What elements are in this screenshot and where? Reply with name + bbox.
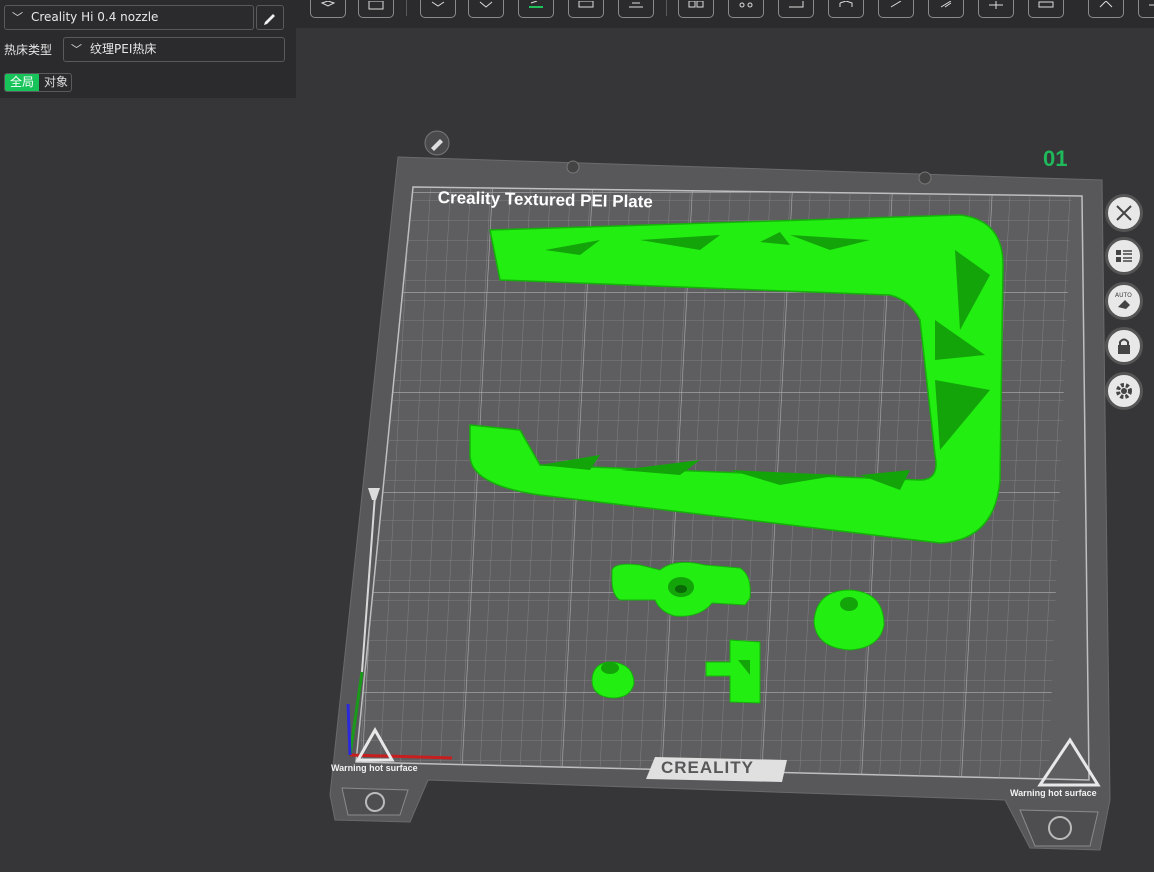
pencil-icon — [264, 14, 275, 25]
cut-icon[interactable] — [928, 0, 964, 18]
3d-viewport[interactable]: Creality Textured PEI Plate CREALITY War… — [0, 98, 1154, 872]
paint-icon[interactable] — [978, 0, 1014, 18]
seam-icon[interactable] — [1028, 0, 1064, 18]
plate-number[interactable]: 01 — [1043, 146, 1067, 172]
printer-preset-value: Creality Hi 0.4 nozzle — [31, 10, 159, 24]
printed-part-pin — [591, 661, 635, 699]
list-icon — [1116, 250, 1132, 262]
edit-preset-button[interactable] — [256, 5, 284, 30]
warning-text-left: Warning hot surface — [331, 763, 418, 773]
plate-list-button[interactable] — [1105, 237, 1143, 275]
add-plate-icon[interactable] — [420, 0, 456, 18]
tab-global[interactable]: 全局 — [5, 74, 39, 91]
gear-icon — [1116, 383, 1132, 399]
chevron-down-icon: ﹀ — [71, 43, 82, 56]
edit-icon[interactable] — [878, 0, 914, 18]
plate-settings-button[interactable] — [1105, 372, 1143, 410]
tab-object[interactable]: 对象 — [39, 74, 71, 91]
chevron-down-icon: ﹀ — [12, 11, 23, 24]
arrange-icon[interactable] — [518, 0, 554, 18]
bed-type-value: 纹理PEI热床 — [90, 42, 157, 56]
measure-icon[interactable] — [778, 0, 814, 18]
auto-orient-button[interactable]: AUTO — [1105, 282, 1143, 320]
bed-type-label: 热床类型 — [4, 43, 53, 57]
more-icon[interactable] — [1138, 0, 1154, 18]
printed-part-dome — [813, 589, 885, 651]
objects-icon[interactable] — [678, 0, 714, 18]
view-icon[interactable] — [828, 0, 864, 18]
printer-preset-select[interactable]: ﹀ Creality Hi 0.4 nozzle — [4, 5, 254, 30]
split-icon[interactable] — [568, 0, 604, 18]
grid-icon[interactable] — [358, 0, 394, 18]
brand-label: CREALITY — [661, 758, 754, 777]
warning-text-right: Warning hot surface — [1010, 788, 1097, 798]
build-plate-scene[interactable] — [0, 98, 1154, 872]
lock-icon — [1118, 338, 1130, 354]
layers-icon[interactable] — [618, 0, 654, 18]
cube-icon[interactable] — [310, 0, 346, 18]
support-icon[interactable] — [1088, 0, 1124, 18]
auto-eraser-icon: AUTO — [1115, 292, 1132, 309]
settings-icon[interactable] — [728, 0, 764, 18]
bed-type-select[interactable]: ﹀ 纹理PEI热床 — [63, 37, 285, 62]
printer-settings-panel: ﹀ Creality Hi 0.4 nozzle 热床类型 ﹀ 纹理PEI热床 … — [0, 0, 296, 98]
svg-text:AUTO: AUTO — [1115, 292, 1132, 299]
scope-toggle: 全局 对象 — [4, 73, 72, 92]
orient-icon[interactable] — [468, 0, 504, 18]
top-toolbar — [296, 0, 1154, 28]
close-icon — [1116, 205, 1132, 221]
close-plate-button[interactable] — [1105, 194, 1143, 232]
lock-plate-button[interactable] — [1105, 327, 1143, 365]
